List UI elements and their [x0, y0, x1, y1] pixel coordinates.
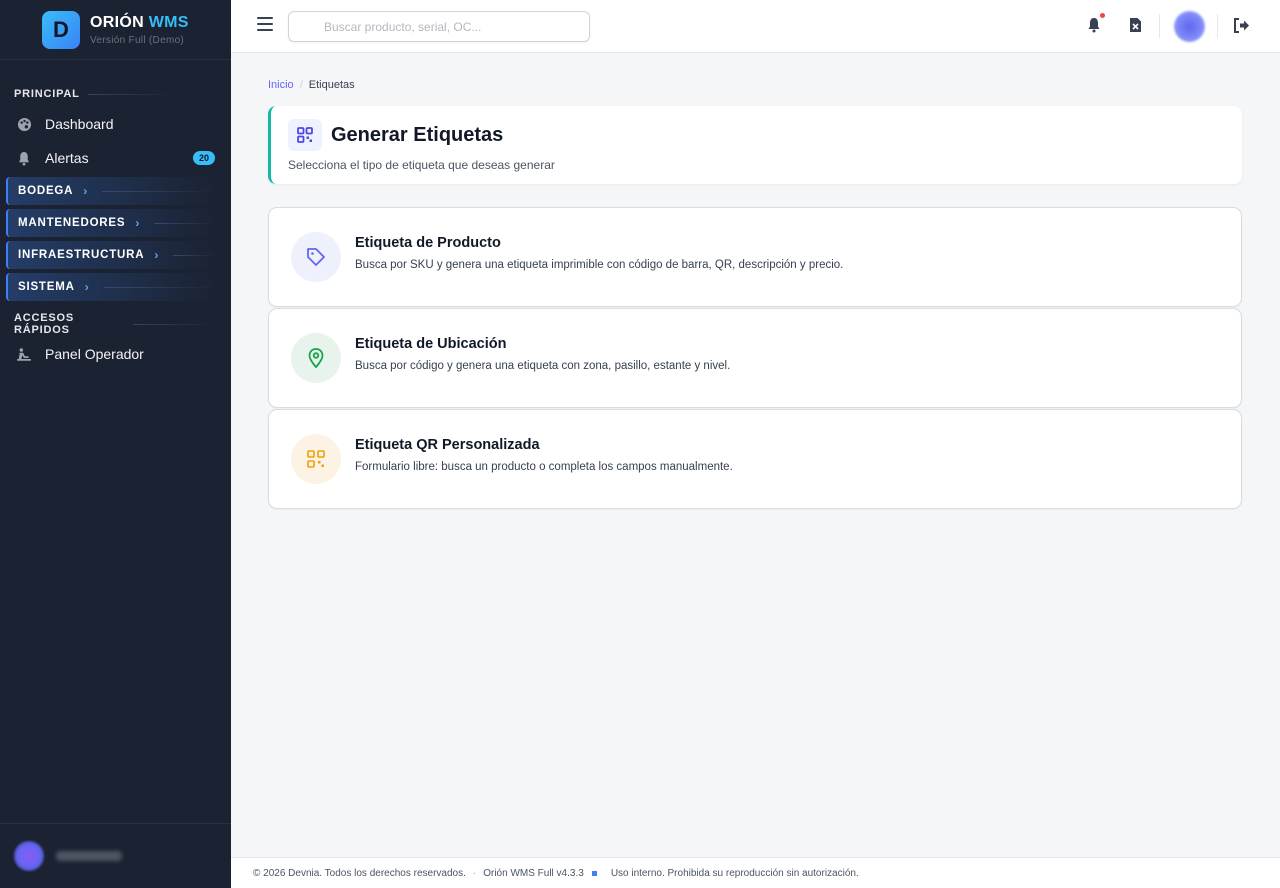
sidebar-item-dashboard[interactable]: Dashboard: [0, 107, 231, 141]
brand[interactable]: D ORIÓN WMS Versión Full (Demo): [0, 0, 231, 60]
chevron-right-icon: ›: [154, 248, 160, 262]
qr-icon: [291, 434, 341, 484]
breadcrumb-current: Etiquetas: [308, 79, 355, 91]
qr-code-icon: [288, 119, 322, 151]
option-card-ubicacion[interactable]: Etiqueta de Ubicación Busca por código y…: [268, 308, 1242, 408]
avatar: [14, 841, 44, 871]
chevron-right-icon: ›: [83, 184, 89, 198]
footer-separator: ·: [472, 867, 477, 879]
sidebar-group-mantenedores[interactable]: MANTENEDORES ›: [6, 209, 223, 237]
alert-count-badge: 20: [192, 151, 215, 165]
option-card-qr-personalizada[interactable]: Etiqueta QR Personalizada Formulario lib…: [268, 409, 1242, 509]
status-indicator-icon: [591, 870, 597, 876]
topbar: [231, 0, 1280, 53]
sidebar-group-label: BODEGA: [18, 185, 74, 197]
sidebar-item-label: Dashboard: [45, 116, 114, 132]
palette-icon: [16, 116, 32, 132]
sidebar-group-sistema[interactable]: SISTEMA ›: [6, 273, 223, 301]
chevron-right-icon: ›: [84, 280, 90, 294]
section-title-principal: PRINCIPAL: [0, 86, 231, 102]
brand-logo: D: [42, 10, 80, 49]
option-card-producto[interactable]: Etiqueta de Producto Busca por SKU y gen…: [268, 207, 1242, 307]
chevron-right-icon: ›: [135, 216, 141, 230]
option-title: Etiqueta QR Personalizada: [355, 437, 540, 453]
sidebar-group-label: MANTENEDORES: [18, 217, 126, 229]
search-input[interactable]: [288, 11, 590, 42]
brand-name: ORIÓN WMS: [90, 14, 189, 32]
group-divider: [173, 254, 215, 256]
hamburger-menu-icon[interactable]: [257, 17, 273, 33]
notification-dot: [1100, 13, 1105, 18]
option-description: Formulario libre: busca un producto o co…: [355, 461, 733, 473]
avatar[interactable]: [1174, 11, 1205, 42]
group-divider: [154, 222, 215, 224]
sidebar-group-bodega[interactable]: BODEGA ›: [6, 177, 223, 205]
sidebar-group-label: INFRAESTRUCTURA: [18, 249, 145, 261]
page-subtitle: Selecciona el tipo de etiqueta que desea…: [288, 158, 555, 172]
map-pin-icon: [291, 333, 341, 383]
option-title: Etiqueta de Producto: [355, 235, 501, 251]
operator-icon: [16, 346, 32, 362]
sidebar-item-label: Panel Operador: [45, 346, 144, 362]
brand-name-main: ORIÓN: [90, 13, 144, 31]
sidebar-group-infraestructura[interactable]: INFRAESTRUCTURA ›: [6, 241, 223, 269]
footer-version: Orión WMS Full v4.3.3: [483, 867, 584, 879]
sidebar-group-label: SISTEMA: [18, 281, 75, 293]
toolbar-divider: [1159, 14, 1160, 38]
brand-subtitle: Versión Full (Demo): [90, 34, 185, 46]
group-divider: [102, 190, 215, 192]
user-profile[interactable]: [0, 823, 231, 888]
option-description: Busca por código y genera una etiqueta c…: [355, 360, 731, 372]
brand-name-accent: WMS: [148, 13, 189, 31]
sidebar-item-label: Alertas: [45, 150, 89, 166]
option-title: Etiqueta de Ubicación: [355, 336, 507, 352]
user-name-redacted: [56, 851, 122, 861]
page-title: Generar Etiquetas: [331, 124, 504, 146]
breadcrumb-separator: /: [299, 79, 303, 91]
option-description: Busca por SKU y genera una etiqueta impr…: [355, 259, 844, 271]
section-title-accesos-rapidos: ACCESOS RÁPIDOS: [0, 312, 231, 336]
sidebar: D ORIÓN WMS Versión Full (Demo) PRINCIPA…: [0, 0, 231, 888]
tag-icon: [291, 232, 341, 282]
group-divider: [103, 286, 215, 288]
breadcrumb-home-link[interactable]: Inicio: [268, 79, 294, 91]
sidebar-item-panel-operador[interactable]: Panel Operador: [0, 337, 231, 371]
footer-copyright: © 2026 Devnia. Todos los derechos reserv…: [253, 867, 466, 879]
notifications-bell-icon[interactable]: [1085, 13, 1105, 34]
logout-icon[interactable]: [1232, 16, 1250, 34]
breadcrumb: Inicio / Etiquetas: [268, 79, 355, 91]
footer-notice: Uso interno. Prohibida su reproducción s…: [610, 867, 859, 879]
sidebar-item-alertas[interactable]: Alertas 20: [0, 141, 231, 175]
page-header-card: Generar Etiquetas Selecciona el tipo de …: [268, 106, 1242, 184]
main-content: Inicio / Etiquetas Generar Etiquetas Sel…: [231, 53, 1280, 857]
toolbar-divider: [1217, 14, 1218, 38]
excel-file-icon[interactable]: [1126, 16, 1144, 34]
footer: © 2026 Devnia. Todos los derechos reserv…: [231, 857, 1280, 888]
bell-icon: [16, 150, 32, 166]
